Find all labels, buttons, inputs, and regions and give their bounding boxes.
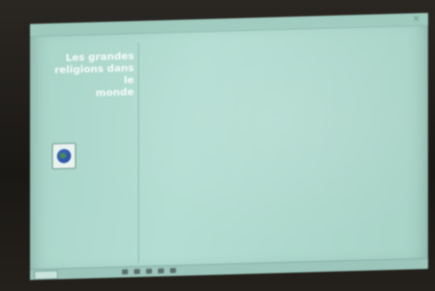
list-item[interactable] (152, 65, 414, 72)
sidebar: Les grandes religions dans le monde (38, 42, 139, 266)
list-item[interactable] (152, 65, 414, 72)
taskbar-app-icon[interactable] (146, 268, 152, 274)
earth-globe-icon (52, 142, 76, 170)
content-panel (152, 59, 414, 242)
taskbar-app-icon[interactable] (134, 268, 140, 275)
start-button[interactable] (34, 270, 58, 280)
intro-text (152, 62, 414, 69)
photo-of-monitor: × Les grandes religions dans le monde (0, 0, 435, 291)
content-heading (152, 59, 414, 66)
list-item[interactable] (152, 65, 414, 72)
taskbar-tray (122, 267, 176, 275)
list-item[interactable] (152, 65, 414, 72)
list-item[interactable] (152, 65, 414, 72)
application-window: × Les grandes religions dans le monde (30, 12, 428, 281)
taskbar-app-icon[interactable] (170, 267, 176, 274)
list-item[interactable] (152, 65, 414, 72)
list-item[interactable] (152, 65, 414, 72)
taskbar-app-icon[interactable] (158, 268, 164, 274)
list-item[interactable] (152, 65, 414, 72)
taskbar-app-icon[interactable] (122, 269, 128, 275)
sidebar-title: Les grandes religions dans le monde (54, 51, 134, 100)
close-icon[interactable]: × (412, 14, 420, 24)
window-title-bar: × (30, 12, 428, 37)
